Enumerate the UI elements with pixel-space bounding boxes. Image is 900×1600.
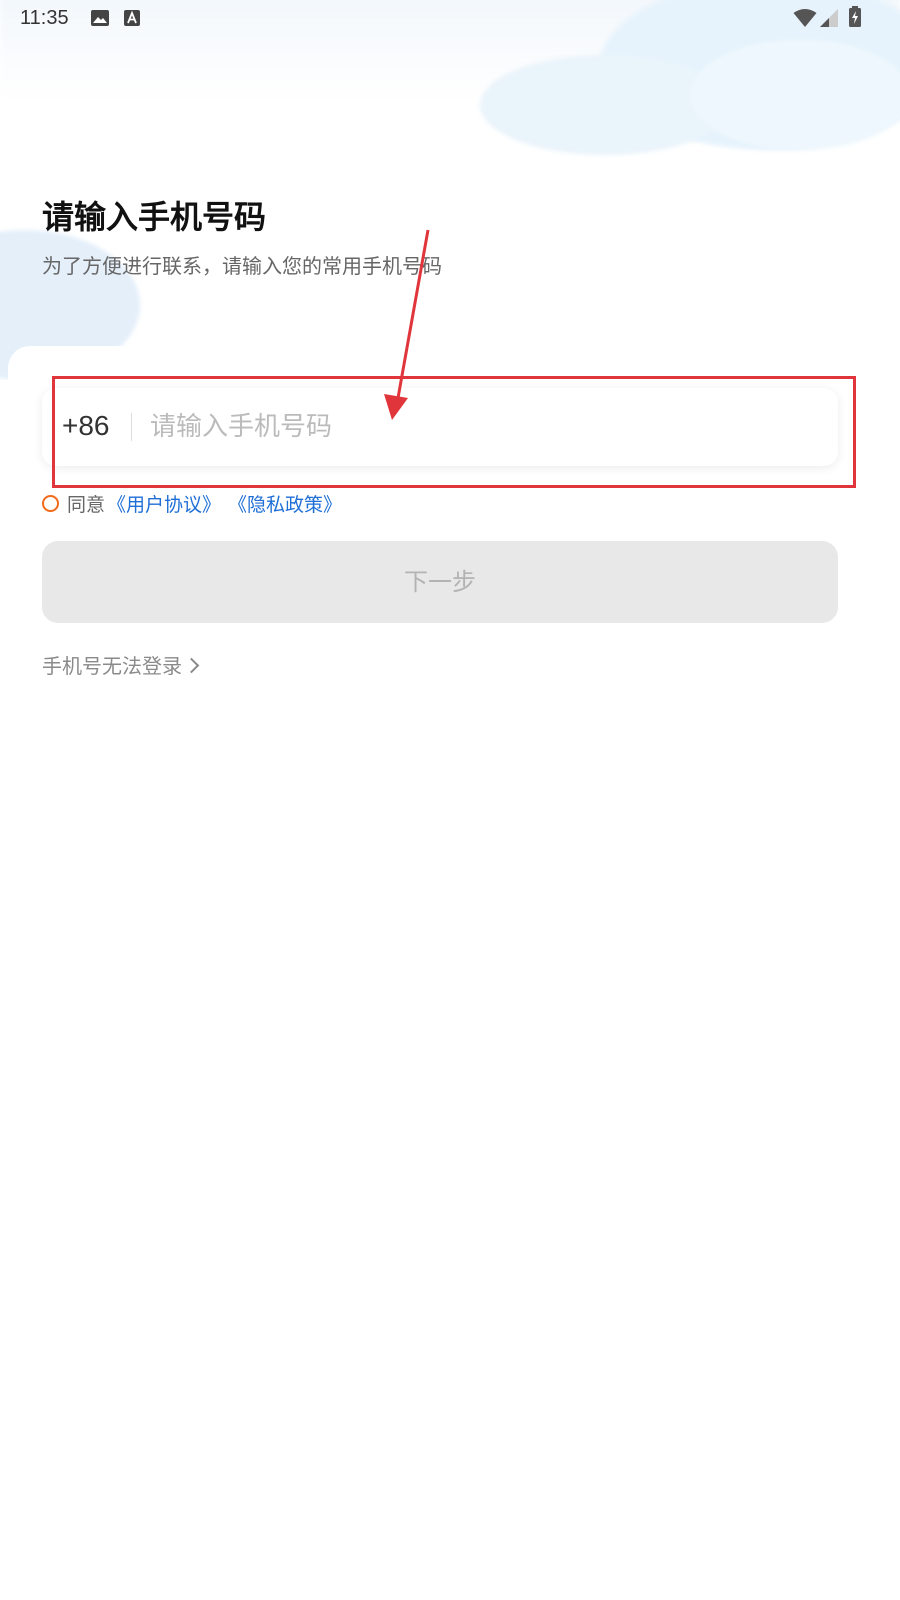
annotation-highlight-box bbox=[52, 376, 856, 488]
page-title: 请输入手机号码 bbox=[42, 198, 267, 236]
next-step-button[interactable]: 下一步 bbox=[42, 541, 838, 623]
battery-icon bbox=[848, 6, 862, 32]
user-agreement-link[interactable]: 《用户协议》 bbox=[107, 490, 221, 517]
signal-icon bbox=[818, 8, 840, 32]
agreement-prefix: 同意 bbox=[67, 494, 106, 516]
chevron-right-icon bbox=[183, 657, 200, 674]
status-time: 11:35 bbox=[20, 7, 69, 29]
page-subtitle: 为了方便进行联系，请输入您的常用手机号码 bbox=[42, 254, 442, 278]
agreement-radio[interactable] bbox=[42, 495, 59, 512]
status-bar: 11:35 bbox=[0, 0, 900, 36]
wifi-icon bbox=[793, 8, 817, 32]
image-icon bbox=[90, 9, 110, 31]
cannot-login-link[interactable]: 手机号无法登录 bbox=[42, 650, 200, 679]
background-decoration bbox=[0, 0, 900, 380]
privacy-policy-link[interactable]: 《隐私政策》 bbox=[228, 490, 342, 517]
background-cloud bbox=[690, 40, 900, 150]
text-a-icon bbox=[123, 9, 141, 31]
login-card bbox=[8, 346, 900, 1600]
cannot-login-label: 手机号无法登录 bbox=[42, 654, 182, 678]
